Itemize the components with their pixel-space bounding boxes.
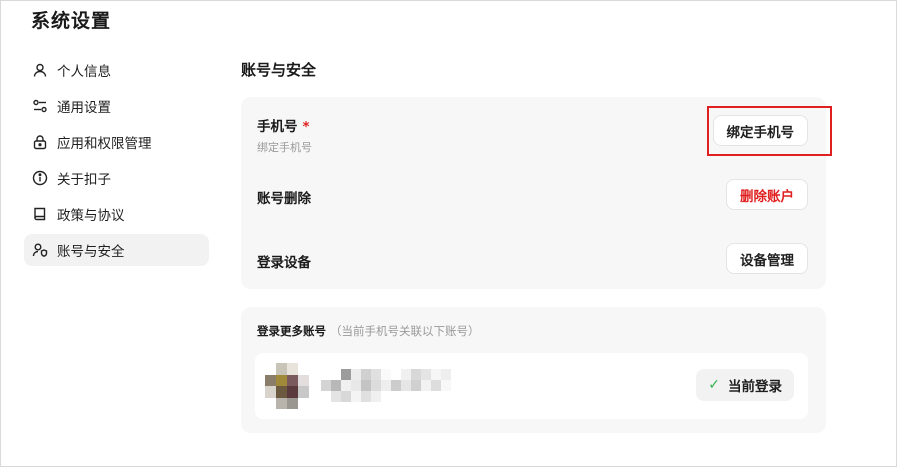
security-card: 手机号 * 绑定手机号 绑定手机号 账号删除 删除账户 登录设备 设备管理 [241, 97, 826, 289]
info-icon [32, 170, 48, 186]
sidebar-item-permissions[interactable]: 应用和权限管理 [24, 126, 209, 158]
bind-phone-button[interactable]: 绑定手机号 [712, 115, 808, 146]
sidebar-item-general[interactable]: 通用设置 [24, 90, 209, 122]
sidebar-item-label: 关于扣子 [57, 172, 111, 188]
sidebar-item-account-security[interactable]: 账号与安全 [24, 234, 209, 266]
sidebar-item-label: 通用设置 [57, 100, 111, 116]
sidebar-item-policy[interactable]: 政策与协议 [24, 198, 209, 230]
required-mark: * [302, 119, 310, 135]
user-icon [32, 62, 48, 78]
current-login-label: 当前登录 [728, 379, 782, 395]
more-accounts-card: 登录更多账号 （当前手机号关联以下账号） ✓ 当前登录 [241, 307, 826, 433]
sliders-icon [32, 98, 48, 114]
section-title: 账号与安全 [241, 61, 317, 79]
sidebar-item-about[interactable]: 关于扣子 [24, 162, 209, 194]
more-accounts-hint: （当前手机号关联以下账号） [330, 324, 480, 338]
delete-account-button[interactable]: 删除账户 [726, 179, 808, 210]
more-accounts-title: 登录更多账号 [257, 324, 326, 338]
sidebar: 个人信息 通用设置 应用和权限管理 关于扣子 政策与协议 账号与安全 [24, 54, 209, 270]
user-shield-icon [32, 242, 48, 258]
account-name-blurred [321, 369, 461, 403]
check-icon: ✓ [708, 377, 720, 393]
sidebar-item-label: 政策与协议 [57, 208, 125, 224]
current-login-badge: ✓ 当前登录 [696, 369, 794, 401]
sidebar-item-label: 账号与安全 [57, 244, 125, 260]
sidebar-item-label: 个人信息 [57, 64, 111, 80]
page-title: 系统设置 [31, 10, 112, 32]
book-icon [32, 206, 48, 222]
account-row[interactable]: ✓ 当前登录 [255, 353, 808, 419]
settings-window: 系统设置 个人信息 通用设置 应用和权限管理 关于扣子 政策与协议 账号与安全 … [0, 0, 897, 467]
phone-label: 手机号 [257, 119, 298, 135]
avatar [265, 363, 309, 409]
sidebar-item-profile[interactable]: 个人信息 [24, 54, 209, 86]
sidebar-item-label: 应用和权限管理 [57, 136, 152, 152]
device-manage-button[interactable]: 设备管理 [726, 243, 808, 274]
lock-icon [32, 134, 48, 150]
